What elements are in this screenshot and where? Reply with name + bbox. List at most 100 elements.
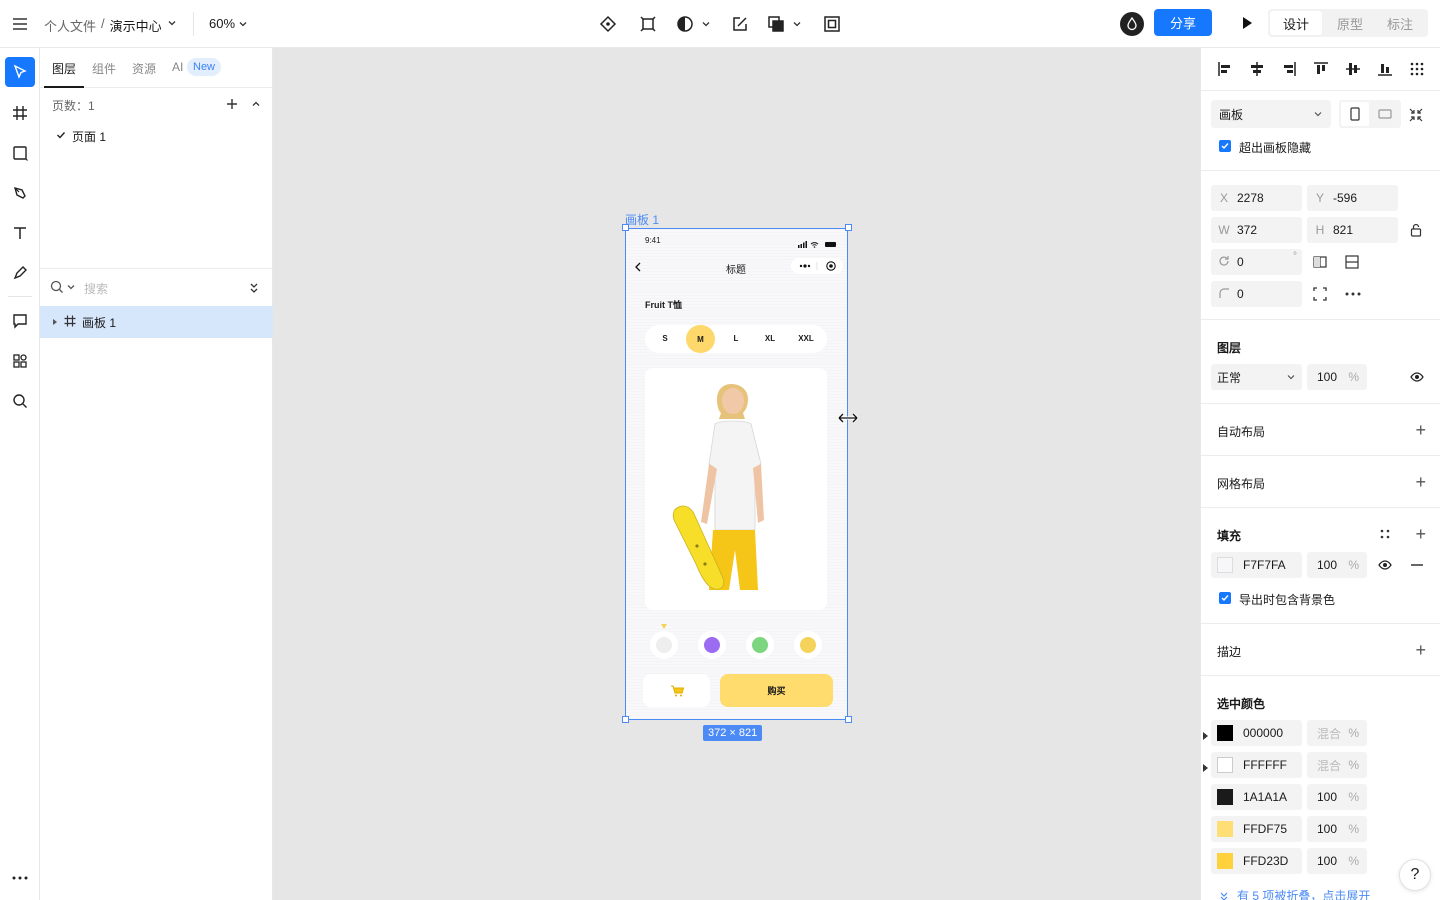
export-bg-checkbox[interactable] (1219, 592, 1231, 604)
crop-icon[interactable] (822, 14, 842, 34)
frame-tool-icon[interactable] (10, 103, 30, 123)
tab-annotate[interactable]: 标注 (1374, 11, 1426, 35)
radius-field[interactable]: 0 (1211, 281, 1302, 307)
frame-type-select[interactable]: 画板 (1211, 100, 1331, 128)
rotation-field[interactable]: 0 ° (1211, 249, 1302, 275)
selected-color-opacity[interactable]: 100% (1307, 848, 1367, 874)
text-tool-icon[interactable] (10, 223, 30, 243)
align-right-icon[interactable] (1279, 59, 1299, 79)
frame-resize-icon[interactable] (638, 14, 658, 34)
help-button[interactable]: ? (1399, 859, 1431, 891)
move-tool-icon[interactable] (5, 57, 35, 87)
more-icon[interactable] (10, 868, 30, 888)
plugin-icon[interactable] (10, 351, 30, 371)
resize-handle[interactable] (845, 224, 852, 231)
file-name[interactable]: 演示中心 (110, 16, 162, 35)
color-swatch[interactable] (1217, 757, 1233, 773)
selected-color-opacity[interactable]: 100% (1307, 816, 1367, 842)
caret-right-icon[interactable] (1203, 729, 1208, 743)
h-field[interactable]: H 821 (1307, 217, 1398, 243)
eye-icon[interactable] (1408, 369, 1426, 385)
play-icon[interactable] (1238, 14, 1256, 32)
blend-mode-select[interactable]: 正常 (1211, 364, 1302, 390)
selected-color-field[interactable]: FFDF75 (1211, 816, 1302, 842)
layer-search[interactable]: 搜索 (40, 273, 273, 303)
canvas[interactable]: 画板 1 9:41 标题 Fruit T恤 S M L XL XXL 购买 37… (273, 48, 1200, 900)
lock-icon[interactable] (1408, 222, 1424, 238)
add-fill-icon[interactable]: + (1415, 525, 1426, 543)
breadcrumb-folder[interactable]: 个人文件 (44, 16, 96, 35)
component-icon[interactable] (598, 14, 618, 34)
tab-components[interactable]: 组件 (92, 60, 116, 77)
more-options-icon[interactable] (1344, 286, 1362, 302)
add-page-icon[interactable] (224, 96, 240, 112)
search-input[interactable]: 搜索 (84, 280, 108, 297)
clip-content-checkbox[interactable] (1219, 140, 1231, 152)
collapsed-note[interactable]: 有 5 项被折叠，点击展开 (1219, 887, 1370, 900)
align-center-v-icon[interactable] (1343, 59, 1363, 79)
fill-opacity-field[interactable]: 100% (1307, 552, 1367, 578)
mask-icon[interactable] (674, 14, 714, 34)
pencil-tool-icon[interactable] (10, 263, 30, 283)
align-center-h-icon[interactable] (1247, 59, 1267, 79)
selected-color-field[interactable]: 1A1A1A (1211, 784, 1302, 810)
expand-all-icon[interactable] (246, 280, 262, 296)
tab-design[interactable]: 设计 (1270, 11, 1322, 35)
eye-icon[interactable] (1376, 557, 1394, 573)
distribute-icon[interactable] (1407, 59, 1427, 79)
fill-swatch[interactable] (1217, 557, 1233, 573)
fill-color-field[interactable]: F7F7FA (1211, 552, 1302, 578)
color-swatch[interactable] (1217, 853, 1233, 869)
color-swatch[interactable] (1217, 725, 1233, 741)
avatar[interactable] (1120, 12, 1144, 36)
flip-vertical-icon[interactable] (1344, 254, 1360, 270)
layer-opacity-field[interactable]: 100% (1307, 364, 1367, 390)
pen-tool-icon[interactable] (10, 183, 30, 203)
tab-prototype[interactable]: 原型 (1324, 11, 1376, 35)
style-grid-icon[interactable] (1377, 526, 1393, 542)
tab-layers[interactable]: 图层 (52, 60, 76, 77)
resize-handle[interactable] (845, 716, 852, 723)
chevron-down-icon[interactable] (167, 16, 177, 35)
flip-horizontal-icon[interactable] (1312, 254, 1328, 270)
tab-assets[interactable]: 资源 (132, 60, 156, 77)
boolean-icon[interactable] (766, 14, 806, 34)
selected-color-opacity[interactable]: 100% (1307, 784, 1367, 810)
x-field[interactable]: X 2278 (1211, 185, 1302, 211)
caret-right-icon[interactable] (52, 315, 58, 329)
w-field[interactable]: W 372 (1211, 217, 1302, 243)
caret-right-icon[interactable] (1203, 761, 1208, 775)
align-top-icon[interactable] (1311, 59, 1331, 79)
search-icon[interactable] (10, 391, 30, 411)
selected-color-field[interactable]: FFD23D (1211, 848, 1302, 874)
page-item[interactable]: 页面 1 (40, 124, 273, 148)
add-stroke-icon[interactable]: + (1415, 641, 1426, 659)
remove-fill-icon[interactable] (1408, 557, 1426, 573)
color-swatch[interactable] (1217, 821, 1233, 837)
selected-color-field[interactable]: 000000 (1211, 720, 1302, 746)
comment-icon[interactable] (10, 311, 30, 331)
rectangle-tool-icon[interactable] (10, 143, 30, 163)
collapse-up-icon[interactable] (248, 96, 264, 112)
add-auto-layout-icon[interactable]: + (1415, 421, 1426, 439)
fit-icon[interactable] (1407, 106, 1425, 124)
menu-icon[interactable] (10, 14, 30, 34)
edit-icon[interactable] (730, 14, 750, 34)
add-grid-layout-icon[interactable]: + (1415, 473, 1426, 491)
landscape-icon[interactable] (1371, 102, 1399, 126)
resize-handle[interactable] (622, 716, 629, 723)
resize-handle[interactable] (622, 224, 629, 231)
selected-color-opacity[interactable]: 混合% (1307, 752, 1367, 778)
selected-color-field[interactable]: FFFFFF (1211, 752, 1302, 778)
zoom-select[interactable]: 60% (209, 16, 248, 31)
align-bottom-icon[interactable] (1375, 59, 1395, 79)
y-field[interactable]: Y -596 (1307, 185, 1398, 211)
color-swatch[interactable] (1217, 789, 1233, 805)
tab-ai[interactable]: AI (172, 60, 183, 74)
share-button[interactable]: 分享 (1154, 9, 1212, 36)
layer-row[interactable]: 画板 1 (40, 306, 273, 338)
portrait-icon[interactable] (1341, 102, 1369, 126)
independent-corners-icon[interactable] (1312, 286, 1328, 302)
align-left-icon[interactable] (1215, 59, 1235, 79)
frame-label[interactable]: 画板 1 (625, 211, 659, 228)
